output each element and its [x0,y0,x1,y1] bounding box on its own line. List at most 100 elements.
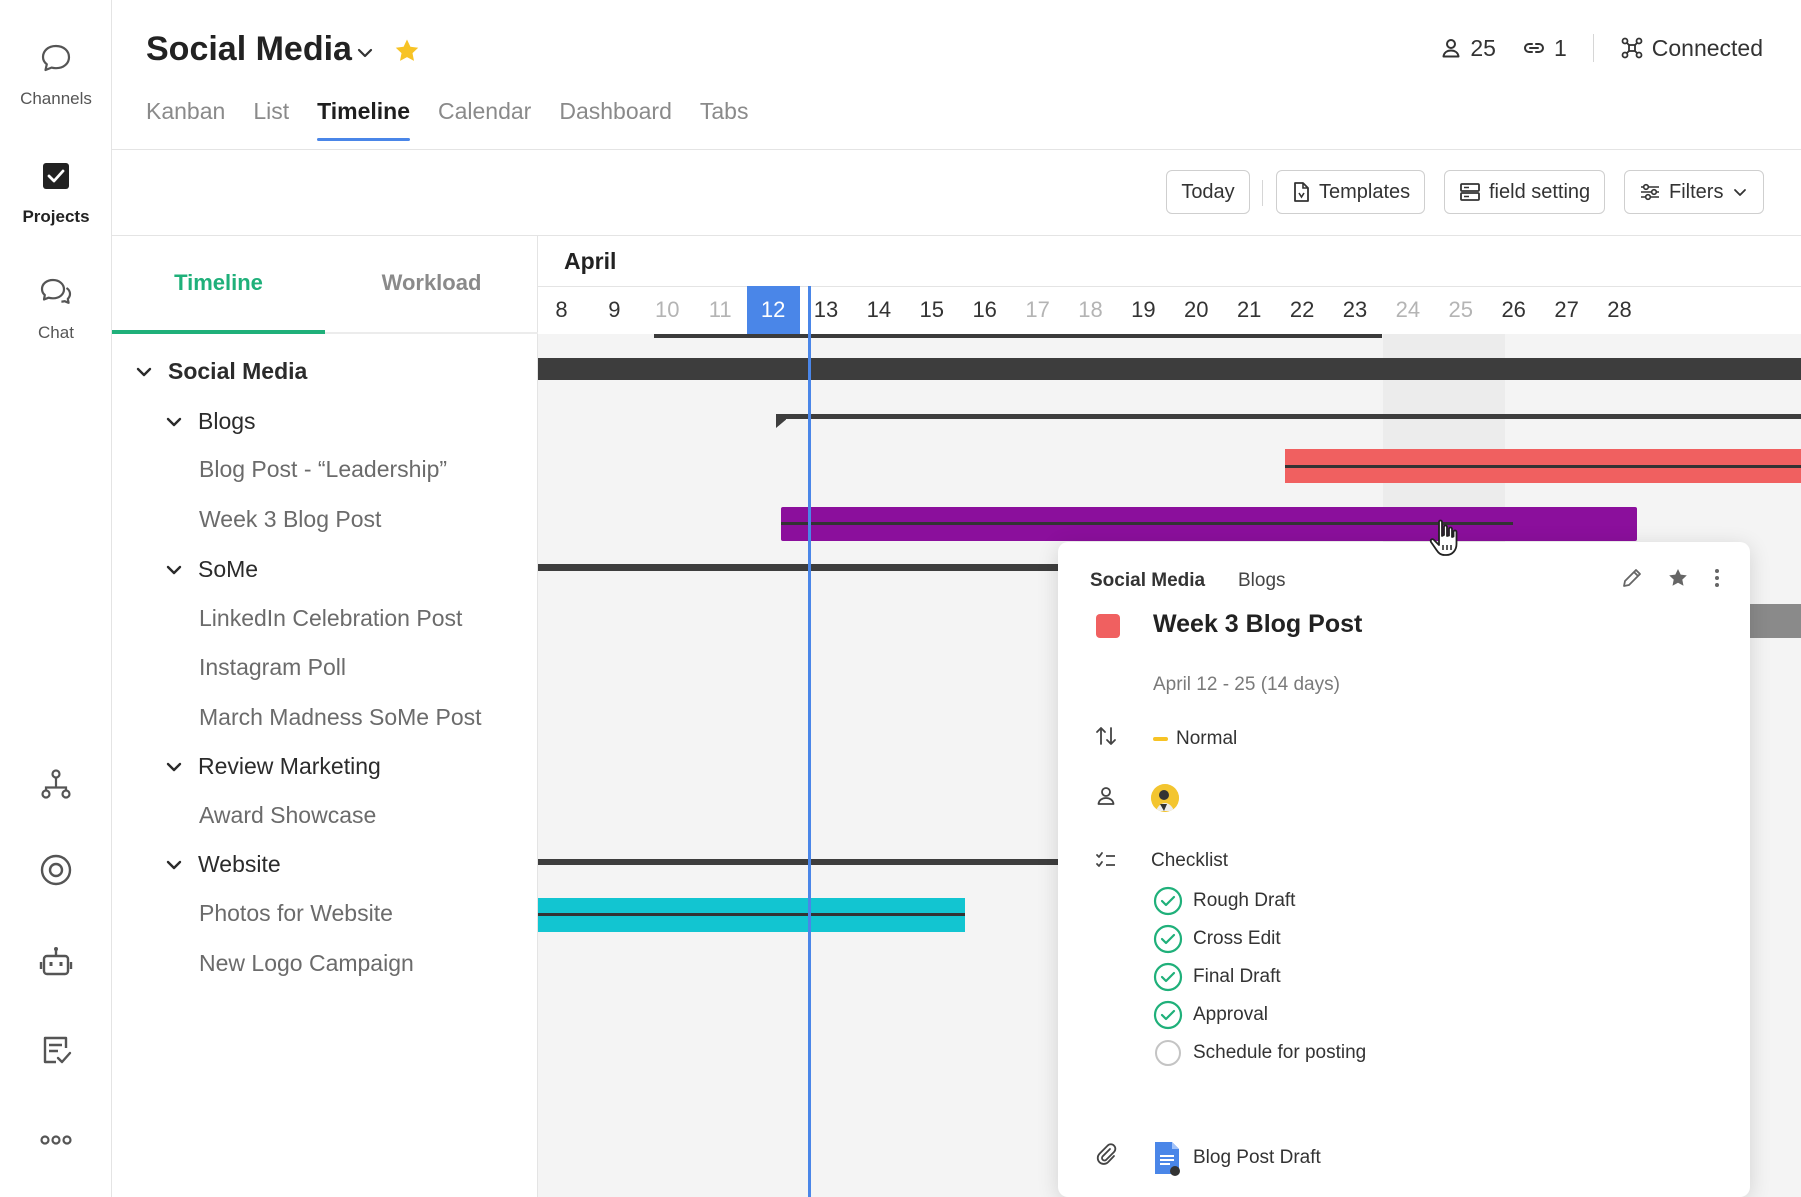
task-color-swatch[interactable] [1096,614,1120,638]
group-bar-blogs[interactable] [780,414,1801,419]
task-date-range[interactable]: April 12 - 25 (14 days) [1153,674,1340,696]
tree-task[interactable]: March Madness SoMe Post [199,704,482,731]
templates-button[interactable]: Templates [1276,170,1426,214]
day-cell[interactable]: 24 [1381,286,1434,334]
check-empty-icon[interactable] [1153,1038,1183,1068]
tab-timeline[interactable]: Timeline [317,98,410,141]
day-cell[interactable]: 12 [746,286,800,334]
links-count[interactable]: 1 [1522,35,1567,62]
rail-robot[interactable] [0,942,112,987]
breadcrumb-group[interactable]: Blogs [1238,570,1286,592]
rail-item-channels[interactable]: Channels [0,38,112,109]
breadcrumb-project[interactable]: Social Media [1090,570,1205,592]
day-cell[interactable]: 25 [1434,286,1487,334]
timeline-header: April 8 9 10 11 12 13 14 15 16 17 18 19 20 21 22 23 24 25… [538,236,1801,334]
star-icon[interactable] [392,36,422,66]
tree-task[interactable]: LinkedIn Celebration Post [199,605,462,632]
filters-button[interactable]: Filters [1624,170,1765,214]
pencil-icon[interactable] [1620,566,1644,590]
tab-tabs[interactable]: Tabs [700,98,749,139]
tab-panel-timeline[interactable]: Timeline [112,270,325,296]
day-cell[interactable]: 10 [641,286,694,334]
checklist-item[interactable]: Approval [1153,1000,1268,1030]
tree-group-website[interactable]: Website [164,851,281,878]
chevron-down-icon[interactable] [134,362,154,382]
sort-arrows-icon [1096,727,1116,745]
day-cell[interactable]: 16 [958,286,1011,334]
connection-status[interactable]: Connected [1620,35,1763,62]
tree-task[interactable]: Instagram Poll [199,654,346,681]
avatar[interactable] [1151,784,1179,812]
task-bar-offscreen[interactable] [1750,604,1801,638]
tree-group-review-marketing[interactable]: Review Marketing [164,753,381,780]
day-cell[interactable]: 15 [905,286,958,334]
task-title[interactable]: Week 3 Blog Post [1153,610,1362,639]
today-button[interactable]: Today [1166,170,1250,214]
members-count[interactable]: 25 [1440,35,1496,62]
tree-group-some[interactable]: SoMe [164,556,258,583]
checklist-item[interactable]: Final Draft [1153,962,1281,992]
rail-more[interactable] [0,1120,112,1165]
rail-item-chat[interactable]: Chat [0,272,112,343]
task-progress-line [538,913,965,916]
tab-kanban[interactable]: Kanban [146,98,225,139]
stats-divider [1592,34,1594,62]
chevron-down-icon[interactable] [164,855,184,875]
kebab-menu-icon[interactable] [1712,566,1722,590]
star-icon[interactable] [1666,566,1690,590]
sliders-icon [1641,183,1659,201]
attachment-name: Blog Post Draft [1193,1147,1321,1168]
members-count-value: 25 [1470,34,1496,61]
day-cell[interactable]: 19 [1117,286,1170,334]
checklist-item[interactable]: Rough Draft [1153,886,1295,916]
tree-task[interactable]: Blog Post - “Leadership” [199,456,447,483]
tree-task[interactable]: Week 3 Blog Post [199,506,381,533]
rail-checklist-note[interactable] [0,1030,112,1075]
check-done-icon[interactable] [1153,1000,1183,1030]
day-cell[interactable]: 9 [588,286,641,334]
tab-panel-workload[interactable]: Workload [325,270,538,296]
tree-label: March Madness SoMe Post [199,704,482,730]
day-cell[interactable]: 8 [538,286,588,334]
tree-group-blogs[interactable]: Blogs [164,408,256,435]
tab-calendar[interactable]: Calendar [438,98,531,139]
priority-indicator [1153,737,1168,741]
check-done-icon[interactable] [1153,886,1183,916]
day-cell[interactable]: 17 [1011,286,1064,334]
rail-org-chart[interactable] [0,764,112,809]
checklist-item[interactable]: Schedule for posting [1153,1038,1366,1068]
field-setting-button[interactable]: field setting [1444,170,1606,214]
connection-status-label: Connected [1651,34,1763,61]
robot-icon [39,947,73,976]
check-done-icon[interactable] [1153,924,1183,954]
rail-target[interactable] [0,850,112,895]
day-cell[interactable]: 28 [1593,286,1646,334]
attachment[interactable]: Blog Post Draft [1153,1140,1321,1176]
tree-task[interactable]: Photos for Website [199,900,393,927]
day-cell[interactable]: 27 [1540,286,1593,334]
chevron-down-icon[interactable] [354,42,376,64]
day-cell[interactable]: 23 [1329,286,1382,334]
tree-project-social-media[interactable]: Social Media [134,358,307,385]
group-bar-some[interactable] [538,564,1058,571]
project-bar-social-media[interactable] [538,358,1801,380]
check-done-icon[interactable] [1153,962,1183,992]
day-cell[interactable]: 20 [1170,286,1223,334]
group-bar-website[interactable] [538,859,1058,865]
tab-dashboard[interactable]: Dashboard [559,98,672,139]
day-cell[interactable]: 14 [852,286,905,334]
day-cell[interactable]: 22 [1276,286,1329,334]
day-cell[interactable]: 21 [1223,286,1276,334]
chevron-down-icon[interactable] [164,757,184,777]
chevron-down-icon[interactable] [164,560,184,580]
chevron-down-icon[interactable] [164,412,184,432]
day-cell[interactable]: 18 [1064,286,1117,334]
rail-item-projects[interactable]: Projects [0,156,112,227]
tree-task[interactable]: Award Showcase [199,802,376,829]
day-cell[interactable]: 26 [1487,286,1540,334]
priority-field[interactable]: Normal [1153,728,1237,750]
day-cell[interactable]: 11 [694,286,747,334]
checklist-item[interactable]: Cross Edit [1153,924,1281,954]
tree-task[interactable]: New Logo Campaign [199,950,414,977]
tab-list[interactable]: List [253,98,289,139]
